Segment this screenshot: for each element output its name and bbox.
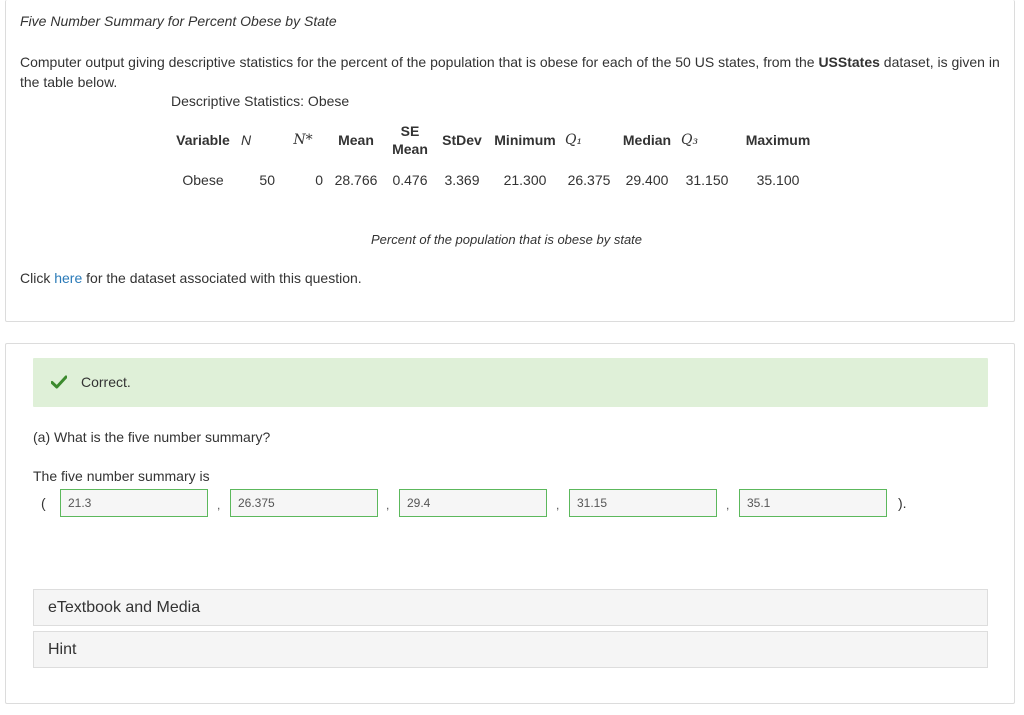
cell-maximum: 35.100 — [756, 172, 800, 188]
answer-input-max[interactable]: 35.1 — [739, 489, 887, 517]
col-nstar: N* — [293, 131, 313, 148]
image-caption: Percent of the population that is obese … — [371, 232, 643, 247]
click-text-2: for the dataset associated with this que… — [82, 270, 362, 286]
col-q3: Q₃ — [681, 131, 699, 148]
col-se-mean-line1: SE — [400, 122, 420, 139]
comma-separator: , — [726, 498, 730, 512]
col-mean: Mean — [338, 131, 374, 148]
descriptive-stats-table: Variable N N* Mean SE Mean StDev Minimum … — [169, 118, 819, 199]
cell-median: 29.400 — [625, 172, 669, 188]
question-title: Five Number Summary for Percent Obese by… — [20, 13, 337, 29]
cell-minimum: 21.300 — [503, 172, 547, 188]
cell-n: 50 — [259, 172, 275, 188]
dataset-link-line: Click here for the dataset associated wi… — [20, 270, 362, 286]
intro-dataset-name: USStates — [818, 54, 880, 70]
col-se-mean: SE Mean — [385, 118, 435, 161]
comma-separator: , — [386, 498, 390, 512]
answer-input-q3[interactable]: 31.15 — [569, 489, 717, 517]
intro-text-1: Computer output giving descriptive stati… — [20, 54, 819, 70]
cell-q1: 26.375 — [567, 172, 611, 188]
close-paren: ). — [898, 495, 907, 511]
col-variable: Variable — [176, 131, 230, 148]
answer-input-q1[interactable]: 26.375 — [230, 489, 378, 517]
question-panel: Five Number Summary for Percent Obese by… — [5, 0, 1015, 322]
col-maximum: Maximum — [745, 131, 811, 148]
cell-se-mean: 0.476 — [392, 172, 428, 188]
cell-variable: Obese — [182, 172, 224, 188]
checkmark-icon — [51, 375, 67, 389]
hint-toggle[interactable]: Hint — [33, 631, 988, 668]
table-row: Obese 50 0 28.766 0.476 3.369 21.300 26.… — [169, 161, 819, 199]
comma-separator: , — [217, 498, 221, 512]
col-n: N — [241, 131, 252, 148]
comma-separator: , — [556, 498, 560, 512]
cell-mean: 28.766 — [334, 172, 378, 188]
question-intro: Computer output giving descriptive stati… — [20, 52, 1000, 92]
etextbook-media-toggle[interactable]: eTextbook and Media — [33, 589, 988, 626]
col-stdev: StDev — [442, 131, 482, 148]
correct-status: Correct. — [81, 374, 131, 390]
click-text-1: Click — [20, 270, 55, 286]
part-a-question: (a) What is the five number summary? — [33, 429, 271, 445]
col-median: Median — [622, 131, 672, 148]
col-q1: Q₁ — [565, 131, 583, 148]
cell-q3: 31.150 — [685, 172, 729, 188]
answer-input-median[interactable]: 29.4 — [399, 489, 547, 517]
table-header-row: Variable N N* Mean SE Mean StDev Minimum … — [169, 118, 819, 161]
cell-stdev: 3.369 — [444, 172, 480, 188]
summary-label: The five number summary is — [33, 468, 210, 484]
col-se-mean-line2: Mean — [392, 140, 428, 157]
answer-input-min[interactable]: 21.3 — [60, 489, 208, 517]
col-minimum: Minimum — [494, 131, 556, 148]
cell-nstar: 0 — [315, 172, 323, 188]
correct-banner: Correct. — [33, 358, 988, 407]
open-paren: ( — [41, 495, 46, 511]
dataset-link[interactable]: here — [54, 270, 82, 286]
table-caption: Descriptive Statistics: Obese — [171, 93, 350, 109]
answer-panel: Correct. (a) What is the five number sum… — [5, 343, 1015, 704]
